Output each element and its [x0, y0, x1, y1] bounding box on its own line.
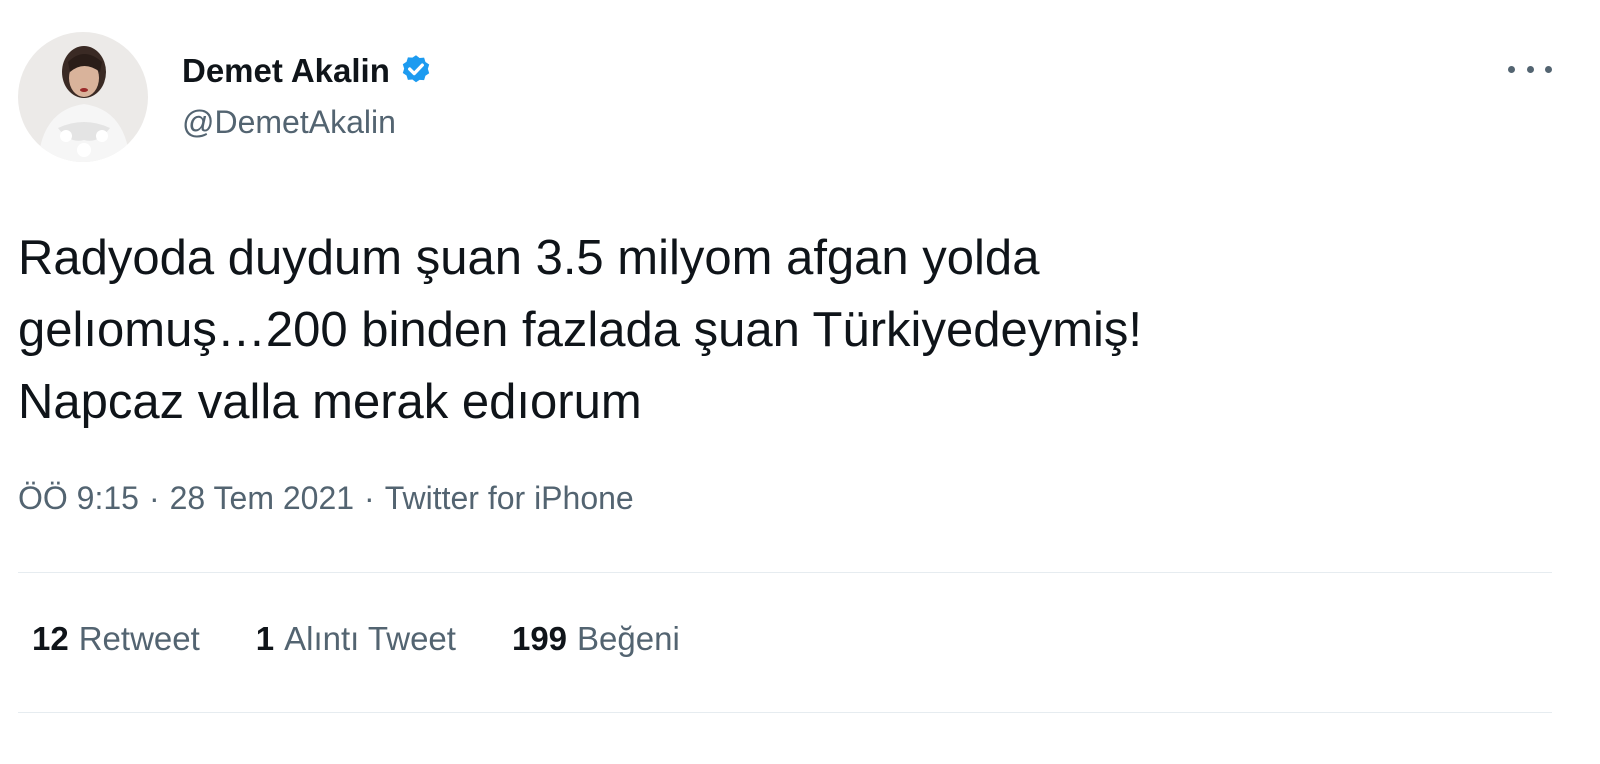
user-handle[interactable]: @DemetAkalin: [182, 104, 434, 141]
retweet-count[interactable]: 12 Retweet: [32, 620, 200, 658]
tweet-header: Demet Akalin @DemetAkalin: [18, 32, 434, 162]
tweet-meta: ÖÖ 9:15 · 28 Tem 2021 · Twitter for iPho…: [18, 480, 634, 517]
stat-label: Retweet: [78, 620, 200, 657]
stat-label: Alıntı Tweet: [284, 620, 456, 657]
more-dot: [1545, 65, 1552, 73]
tweet-card: Demet Akalin @DemetAkalin Radyoda duydum…: [0, 0, 1600, 764]
meta-separator: ·: [364, 480, 375, 516]
author-block: Demet Akalin @DemetAkalin: [182, 52, 434, 141]
like-count[interactable]: 199 Beğeni: [512, 620, 680, 658]
tweet-text: Radyoda duydum şuan 3.5 milyom afgan yol…: [18, 231, 1143, 429]
divider: [18, 712, 1552, 713]
more-dot: [1508, 65, 1515, 73]
stat-number: 199: [511, 620, 568, 657]
avatar-image: [18, 32, 148, 162]
name-row: Demet Akalin: [182, 52, 434, 90]
tweet-source[interactable]: Twitter for iPhone: [385, 480, 634, 517]
verified-badge-icon: [398, 53, 434, 89]
stat-label: Beğeni: [577, 620, 680, 657]
avatar[interactable]: [18, 32, 148, 162]
display-name[interactable]: Demet Akalin: [182, 52, 390, 90]
divider: [18, 572, 1552, 573]
stat-number: 1: [255, 620, 275, 657]
quote-tweet-count[interactable]: 1 Alıntı Tweet: [256, 620, 456, 658]
more-dot: [1526, 65, 1534, 73]
more-horizontal-icon[interactable]: [1508, 54, 1552, 84]
engagement-stats: 12 Retweet 1 Alıntı Tweet 199 Beğeni: [32, 620, 736, 658]
stat-number: 12: [32, 620, 69, 657]
tweet-date[interactable]: 28 Tem 2021: [170, 480, 354, 517]
tweet-time[interactable]: ÖÖ 9:15: [18, 480, 139, 517]
meta-separator: ·: [148, 480, 160, 516]
